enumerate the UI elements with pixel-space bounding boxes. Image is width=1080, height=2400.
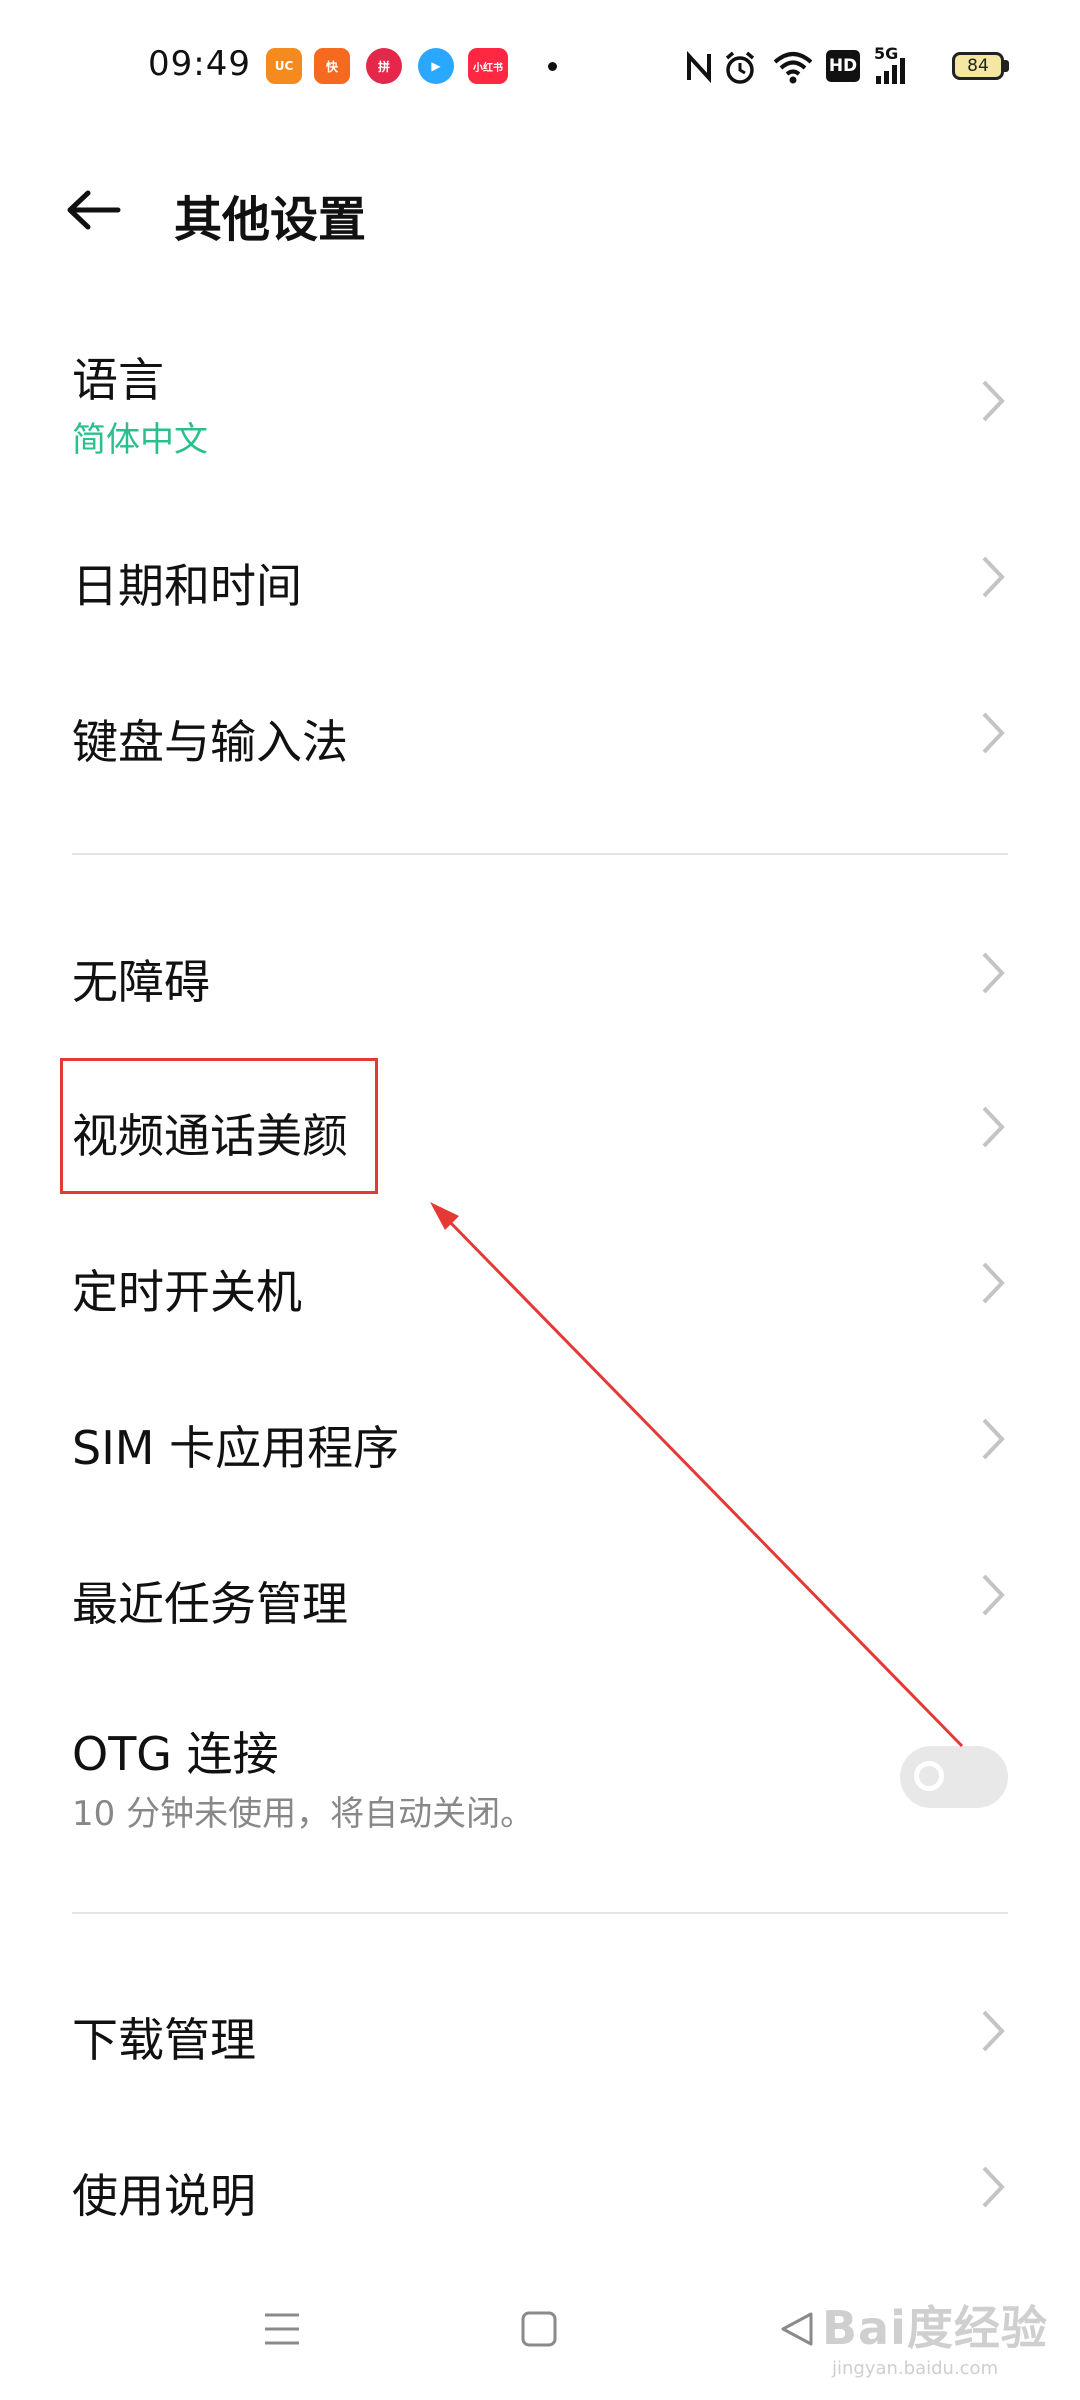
settings-item-accessibility[interactable]: 无障碍 (0, 926, 1080, 1026)
pinduoduo-icon: 拼 (366, 48, 402, 84)
baidu-watermark-url: jingyan.baidu.com (832, 2358, 999, 2379)
page-title: 其他设置 (174, 192, 367, 248)
battery-icon: 84 (952, 52, 1004, 80)
chevron-right-icon (982, 1574, 1005, 1616)
baidu-watermark: Bai度经验 (822, 2301, 1048, 2355)
settings-item-downloads[interactable]: 下载管理 (0, 1984, 1080, 2084)
section-divider (72, 1912, 1008, 1914)
hd-icon: HD (826, 50, 860, 82)
settings-item-datetime[interactable]: 日期和时间 (0, 530, 1080, 630)
chevron-right-icon (982, 380, 1005, 422)
annotation-highlight-box (60, 1058, 378, 1194)
chevron-right-icon (982, 556, 1005, 598)
uc-browser-icon: UC (266, 48, 302, 84)
settings-item-label: 使用说明 (72, 2169, 256, 2223)
toggle-knob (914, 1761, 944, 1791)
settings-item-label: 语言 (72, 353, 164, 407)
home-nav-icon[interactable] (520, 2310, 558, 2348)
settings-item-label: OTG 连接 (72, 1727, 279, 1781)
settings-item-label: 最近任务管理 (72, 1577, 348, 1631)
chevron-right-icon (982, 1262, 1005, 1304)
back-nav-icon[interactable] (778, 2310, 816, 2348)
settings-item-sim-apps[interactable]: SIM 卡应用程序 (0, 1392, 1080, 1492)
notification-dot-icon (548, 62, 557, 71)
settings-item-label: 日期和时间 (72, 559, 302, 613)
language-value: 简体中文 (72, 420, 208, 460)
otg-toggle[interactable] (900, 1746, 1008, 1808)
settings-item-label: 定时开关机 (72, 1265, 302, 1319)
chevron-right-icon (982, 952, 1005, 994)
chevron-right-icon (982, 2166, 1005, 2208)
settings-item-language[interactable]: 语言 简体中文 (0, 326, 1080, 476)
wifi-icon (773, 52, 813, 84)
back-arrow-icon[interactable] (56, 180, 132, 240)
chevron-right-icon (982, 1106, 1005, 1148)
chevron-right-icon (982, 1418, 1005, 1460)
xiaohongshu-icon: 小红书 (468, 48, 508, 84)
settings-item-label: 无障碍 (72, 955, 210, 1009)
status-time: 09:49 (148, 44, 251, 84)
menu-nav-icon[interactable] (262, 2310, 302, 2348)
tencent-video-icon: ▶ (418, 48, 454, 84)
settings-item-instructions[interactable]: 使用说明 (0, 2140, 1080, 2240)
otg-description: 10 分钟未使用，将自动关闭。 (72, 1794, 535, 1834)
nfc-icon (687, 50, 711, 84)
alarm-icon (725, 51, 755, 84)
chevron-right-icon (982, 712, 1005, 754)
settings-item-label: 下载管理 (72, 2013, 256, 2067)
settings-item-label: 键盘与输入法 (72, 715, 348, 769)
chevron-right-icon (982, 2010, 1005, 2052)
settings-item-keyboard[interactable]: 键盘与输入法 (0, 686, 1080, 786)
settings-item-scheduled-power[interactable]: 定时开关机 (0, 1236, 1080, 1336)
settings-item-recent-tasks[interactable]: 最近任务管理 (0, 1548, 1080, 1648)
battery-tip (1004, 60, 1009, 72)
section-divider (72, 853, 1008, 855)
settings-item-label: SIM 卡应用程序 (72, 1421, 400, 1475)
signal-icon (876, 58, 905, 84)
kuaishou-icon: 快 (314, 48, 350, 84)
